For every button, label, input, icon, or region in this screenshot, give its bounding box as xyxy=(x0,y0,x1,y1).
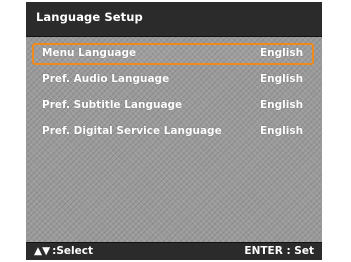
setting-label: Pref. Audio Language xyxy=(42,73,170,85)
footer-bar: ▲▼:Select ENTER : Set xyxy=(26,242,322,260)
setting-label: Pref. Subtitle Language xyxy=(42,99,183,111)
select-hint-label: :Select xyxy=(52,245,94,257)
setting-value: English xyxy=(260,99,304,111)
setting-value: English xyxy=(260,73,304,85)
up-down-arrow-icon: ▲▼ xyxy=(34,245,51,257)
window-title: Language Setup xyxy=(36,10,143,24)
setting-value: English xyxy=(260,47,304,59)
language-setup-window: Language Setup Menu Language English Pre… xyxy=(26,2,322,260)
setting-value: English xyxy=(260,125,304,137)
setting-label: Menu Language xyxy=(42,47,137,59)
title-bar: Language Setup xyxy=(26,2,322,37)
select-hint: ▲▼:Select xyxy=(34,245,93,257)
setting-row-pref-audio-language[interactable]: Pref. Audio Language English xyxy=(32,69,314,91)
settings-list: Menu Language English Pref. Audio Langua… xyxy=(26,37,322,242)
setting-row-pref-digital-service-language[interactable]: Pref. Digital Service Language English xyxy=(32,121,314,143)
enter-hint: ENTER : Set xyxy=(244,245,314,257)
setting-row-menu-language[interactable]: Menu Language English xyxy=(32,43,314,65)
setting-label: Pref. Digital Service Language xyxy=(42,125,222,137)
setting-row-pref-subtitle-language[interactable]: Pref. Subtitle Language English xyxy=(32,95,314,117)
